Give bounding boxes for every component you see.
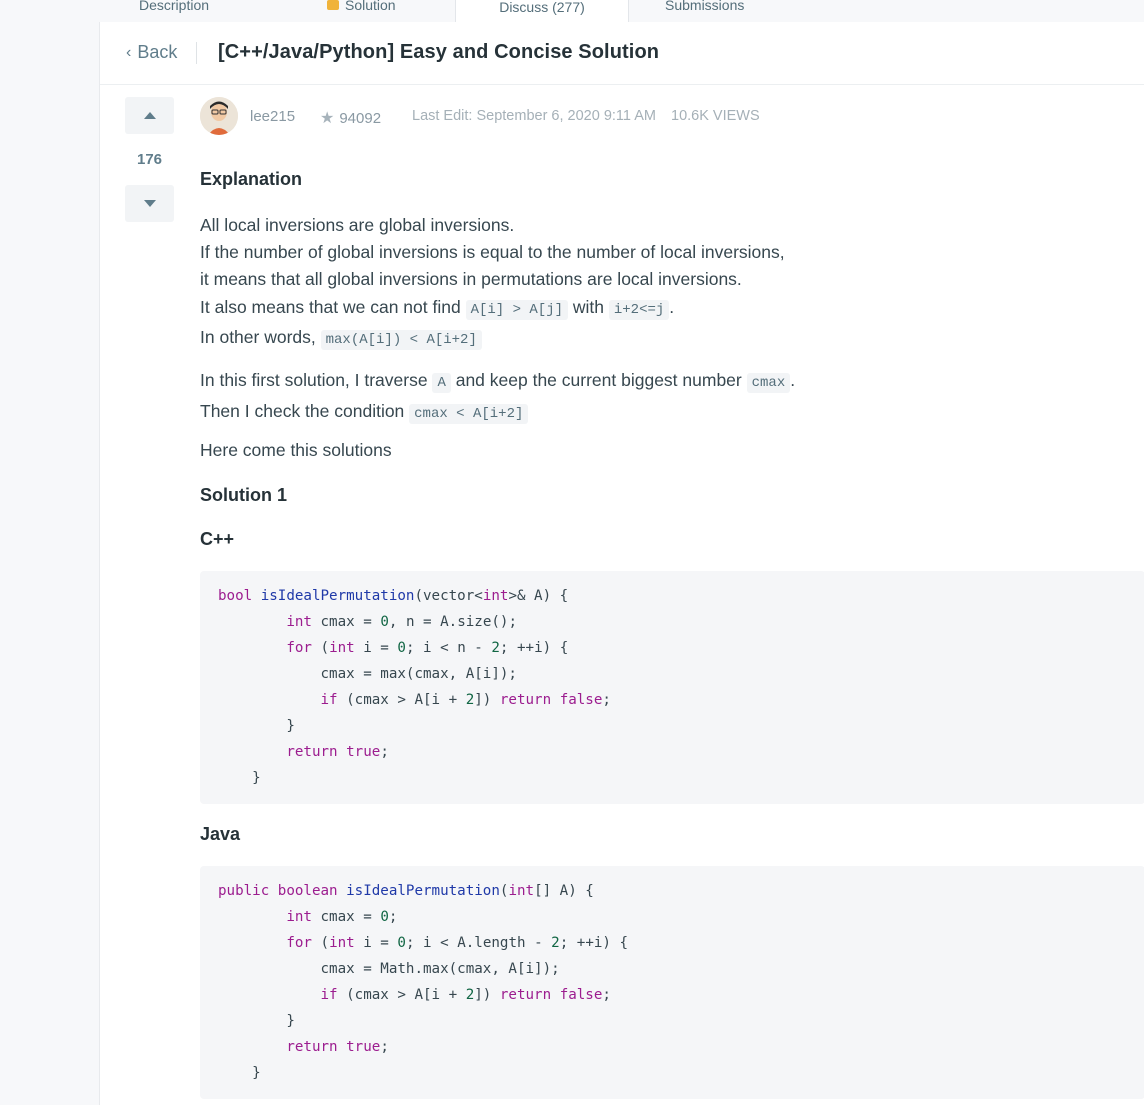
text-span: In other words, (200, 326, 321, 347)
inline-code: max(A[i]) < A[i+2] (320, 329, 482, 350)
caret-up-icon (143, 112, 156, 119)
explanation-paragraph: All local inversions are global inversio… (200, 212, 785, 354)
text-line: In this first solution, I traverse A and… (200, 366, 795, 397)
post-header: ‹ Back [C++/Java/Python] Easy and Concis… (100, 22, 1144, 85)
code-line: for (int i = 0; i < n - 2; ++i) { (286, 640, 569, 656)
code-line: if (cmax > A[i + 2]) return false; (320, 987, 611, 1003)
code-line: } (218, 1065, 261, 1081)
solution-icon (327, 0, 339, 10)
inline-code: cmax < A[i+2] (409, 404, 529, 424)
tab-submissions-label: Submissions (665, 0, 745, 13)
avatar[interactable] (200, 97, 238, 135)
tab-discuss-label: Discuss (277) (499, 0, 585, 15)
code-line: cmax = Math.max(cmax, A[i]); (218, 961, 560, 977)
text-span: It also means that we can not find (200, 296, 466, 317)
text-span: with (568, 296, 609, 317)
code-line: return true; (286, 744, 389, 760)
discuss-post-panel: ‹ Back [C++/Java/Python] Easy and Concis… (99, 22, 1144, 1105)
code-line: } (218, 770, 261, 786)
code-line: if (cmax > A[i + 2]) return false; (320, 692, 611, 708)
inline-code: A (432, 373, 451, 393)
code-line: } (218, 718, 295, 734)
text-line: it means that all global inversions in p… (200, 269, 742, 290)
explanation-heading: Explanation (200, 169, 303, 189)
text-line: Then I check the condition cmax < A[i+2] (200, 397, 795, 428)
back-button[interactable]: ‹ Back (126, 42, 177, 63)
downvote-button[interactable] (125, 185, 174, 222)
code-block-java[interactable]: public boolean isIdealPermutation(int[] … (200, 866, 1144, 1099)
post-title: [C++/Java/Python] Easy and Concise Solut… (218, 41, 660, 63)
code-block-cpp[interactable]: bool isIdealPermutation(vector<int>& A) … (200, 571, 1144, 804)
text-line: Here come this solutions (200, 440, 392, 460)
text-span: . (669, 296, 675, 317)
code-line: } (218, 1013, 295, 1029)
reputation-value: 94092 (339, 109, 382, 127)
code-line: public boolean isIdealPermutation(int[] … (218, 883, 594, 899)
text-line: It also means that we can not find A[i] … (200, 294, 785, 324)
vote-count: 176 (136, 151, 163, 168)
tab-solution[interactable]: Solution (327, 0, 396, 20)
chevron-left-icon: ‹ (126, 43, 132, 61)
cpp-heading: C++ (200, 529, 235, 549)
code-line: int cmax = 0; (286, 909, 398, 925)
code-line: for (int i = 0; i < A.length - 2; ++i) { (286, 935, 629, 951)
inline-code: i+2<=j (608, 299, 670, 320)
text-line: All local inversions are global inversio… (200, 215, 515, 235)
star-icon: ★ (320, 110, 335, 127)
author-name[interactable]: lee215 (250, 108, 295, 125)
text-span: . (790, 370, 796, 390)
solution-heading: Solution 1 (200, 485, 287, 505)
code-line: return true; (286, 1039, 389, 1055)
code-line: cmax = max(cmax, A[i]); (218, 666, 517, 682)
tab-description-label: Description (139, 0, 210, 13)
back-label: Back (137, 42, 178, 62)
tab-description[interactable]: Description (139, 0, 209, 20)
java-heading: Java (200, 824, 241, 844)
text-line: In other words, max(A[i]) < A[i+2] (200, 324, 785, 354)
header-divider (196, 42, 197, 64)
upvote-button[interactable] (125, 97, 174, 134)
text-span: Then I check the condition (200, 401, 410, 421)
inline-code: cmax (746, 373, 791, 393)
tab-submissions[interactable]: Submissions (665, 0, 744, 20)
code-line: bool isIdealPermutation(vector<int>& A) … (218, 588, 569, 604)
view-count: 10.6K VIEWS (671, 108, 760, 124)
inline-code: A[i] > A[j] (465, 299, 568, 320)
tab-discuss[interactable]: Discuss (277) (455, 0, 629, 23)
caret-down-icon (143, 200, 156, 207)
problem-tabs: Description Solution Discuss (277) Submi… (99, 0, 1144, 23)
text-span: In this first solution, I traverse (200, 370, 433, 390)
text-line: If the number of global inversions is eq… (200, 242, 785, 263)
explanation-paragraph: In this first solution, I traverse A and… (200, 366, 795, 428)
last-edit: Last Edit: September 6, 2020 9:11 AM (412, 108, 656, 124)
tab-solution-label: Solution (345, 0, 396, 13)
text-span: and keep the current biggest number (450, 370, 747, 390)
code-line: int cmax = 0, n = A.size(); (286, 614, 517, 630)
reputation: ★ 94092 (320, 108, 381, 128)
